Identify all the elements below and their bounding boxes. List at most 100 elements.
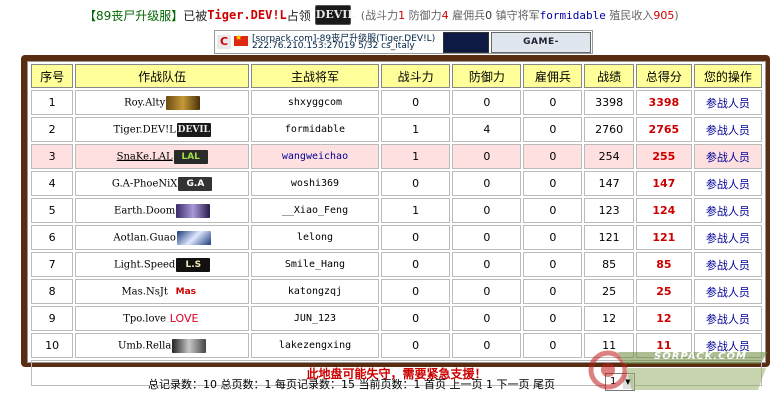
commander-name: JUN_123 xyxy=(250,306,380,331)
team-cell[interactable]: Umb.Rella xyxy=(75,333,249,358)
attack-value: 0 xyxy=(381,333,451,358)
team-cell[interactable]: Mas.NsJt Mas xyxy=(75,279,249,304)
participants-link[interactable]: 参战人员 xyxy=(693,225,762,250)
territory-stats: (战斗力1 防御力4 雇佣兵0 镇守将军formidable 殖民收入905) xyxy=(360,9,679,22)
team-cell[interactable]: G.A-PhoeNiX G.A xyxy=(75,171,249,196)
participants-link[interactable]: 参战人员 xyxy=(693,171,762,196)
score-value: 3398 xyxy=(635,90,692,115)
banner-server-info: 222.76.210.153:27019 5/32 cs_italy xyxy=(252,41,415,51)
merc-value: 0 xyxy=(523,225,583,250)
defense-value: 4 xyxy=(452,117,522,142)
team-cell[interactable]: SnaKe.LAL LAL xyxy=(75,144,249,169)
team-cell[interactable]: Light.Speed L.S xyxy=(75,252,249,277)
participants-link[interactable]: 参战人员 xyxy=(693,144,762,169)
sorpack-logo-icon xyxy=(588,350,768,390)
merc-value: 0 xyxy=(523,306,583,331)
captured-prefix: 已被 xyxy=(183,8,208,23)
score-value: 121 xyxy=(635,225,692,250)
merc-value: 0 xyxy=(523,90,583,115)
ranking-panel: 序号 作战队伍 主战将军 战斗力 防御力 雇佣兵 战绩 总得分 您的操作 1 R… xyxy=(27,61,766,386)
team-name[interactable]: G.A-PhoeNiX xyxy=(112,178,178,189)
stat-defense: 4 xyxy=(441,9,449,22)
commander-name: __Xiao_Feng xyxy=(250,198,380,223)
col-header-score: 总得分 xyxy=(635,64,692,88)
participants-link[interactable]: 参战人员 xyxy=(693,306,762,331)
prev-page-link[interactable]: 上一页 xyxy=(450,378,483,391)
score-value: 124 xyxy=(635,198,692,223)
table-row: 7 Light.Speed L.S Smile_Hang 0 0 0 85 85 … xyxy=(31,252,762,277)
team-cell[interactable]: Roy.Alty xyxy=(75,90,249,115)
participants-link[interactable]: 参战人员 xyxy=(693,117,762,142)
captured-team[interactable]: Tiger.DEV!L xyxy=(207,8,286,22)
record-value: 254 xyxy=(584,144,634,169)
table-row: 6 Aotlan.Guao lelong 0 0 0 121 121 参战人员 xyxy=(31,225,762,250)
stat-general: formidable xyxy=(539,9,606,22)
participants-link[interactable]: 参战人员 xyxy=(693,90,762,115)
attack-value: 1 xyxy=(381,198,451,223)
merc-value: 0 xyxy=(523,117,583,142)
cs-game-icon: C xyxy=(217,35,231,49)
last-page-link[interactable]: 尾页 xyxy=(533,378,555,391)
col-header-team: 作战队伍 xyxy=(75,64,249,88)
commander-name: wangweichao xyxy=(250,144,380,169)
merc-value: 0 xyxy=(523,333,583,358)
team-cell[interactable]: Aotlan.Guao xyxy=(75,225,249,250)
team-name[interactable]: Tpo.love xyxy=(123,313,166,324)
server-banner[interactable]: C [sorpack.com]-89丧尸升级服(Tiger.DEV!L) 222… xyxy=(214,30,593,54)
team-cell[interactable]: Tpo.love LOVE xyxy=(75,306,249,331)
game-monitor-logo: GAME-MONITOR.com xyxy=(491,32,591,53)
defense-value: 0 xyxy=(452,279,522,304)
team-name[interactable]: Mas.NsJt xyxy=(121,286,167,297)
team-name[interactable]: Umb.Rella xyxy=(118,340,171,351)
defense-value: 0 xyxy=(452,198,522,223)
attack-value: 0 xyxy=(381,306,451,331)
table-row: 9 Tpo.love LOVE JUN_123 0 0 0 12 12 参战人员 xyxy=(31,306,762,331)
row-no: 1 xyxy=(31,90,74,115)
current-page: 1 xyxy=(413,378,421,391)
china-flag-icon xyxy=(234,33,248,46)
attack-value: 0 xyxy=(381,225,451,250)
participants-link[interactable]: 参战人员 xyxy=(693,252,762,277)
team-name[interactable]: Aotlan.Guao xyxy=(113,232,175,243)
first-page-link[interactable]: 首页 xyxy=(424,378,446,391)
banner-map-thumbnail xyxy=(443,32,489,53)
col-header-action: 您的操作 xyxy=(693,64,762,88)
record-value: 123 xyxy=(584,198,634,223)
table-row: 3 SnaKe.LAL LAL wangweichao 1 0 0 254 255… xyxy=(31,144,762,169)
server-title: 【89丧尸升级服】 xyxy=(84,8,184,23)
row-no: 3 xyxy=(31,144,74,169)
table-row: 1 Roy.Alty shxyggcom 0 0 0 3398 3398 参战人… xyxy=(31,90,762,115)
per-page: 15 xyxy=(341,378,355,391)
participants-link[interactable]: 参战人员 xyxy=(693,279,762,304)
team-name[interactable]: Tiger.DEV!L xyxy=(114,124,176,135)
team-name[interactable]: Light.Speed xyxy=(114,259,175,270)
row-no: 9 xyxy=(31,306,74,331)
watermark-text: SORPACK.COM xyxy=(654,351,747,362)
score-value: 2765 xyxy=(635,117,692,142)
team-name[interactable]: Earth.Doom xyxy=(114,205,175,216)
team-logo: DEVIL xyxy=(176,122,211,137)
merc-value: 0 xyxy=(523,252,583,277)
captured-suffix: 占领 xyxy=(286,8,311,23)
next-page-link[interactable]: 下一页 xyxy=(497,378,530,391)
stat-income: 905 xyxy=(653,9,675,22)
page-number-link[interactable]: 1 xyxy=(486,378,493,391)
team-cell[interactable]: Tiger.DEV!L DEVIL xyxy=(75,117,249,142)
commander-name: shxyggcom xyxy=(250,90,380,115)
attack-value: 1 xyxy=(381,144,451,169)
col-header-merc: 雇佣兵 xyxy=(523,64,583,88)
record-value: 85 xyxy=(584,252,634,277)
team-logo xyxy=(166,95,201,110)
participants-link[interactable]: 参战人员 xyxy=(693,198,762,223)
score-value: 12 xyxy=(635,306,692,331)
record-value: 3398 xyxy=(584,90,634,115)
team-name[interactable]: Roy.Alty xyxy=(124,97,165,108)
attack-value: 0 xyxy=(381,171,451,196)
team-cell[interactable]: Earth.Doom xyxy=(75,198,249,223)
row-no: 8 xyxy=(31,279,74,304)
defense-value: 0 xyxy=(452,90,522,115)
team-logo xyxy=(172,338,207,353)
team-name[interactable]: SnaKe.LAL xyxy=(117,151,173,162)
team-logo: L.S xyxy=(176,257,211,272)
total-pages: 1 xyxy=(264,378,272,391)
